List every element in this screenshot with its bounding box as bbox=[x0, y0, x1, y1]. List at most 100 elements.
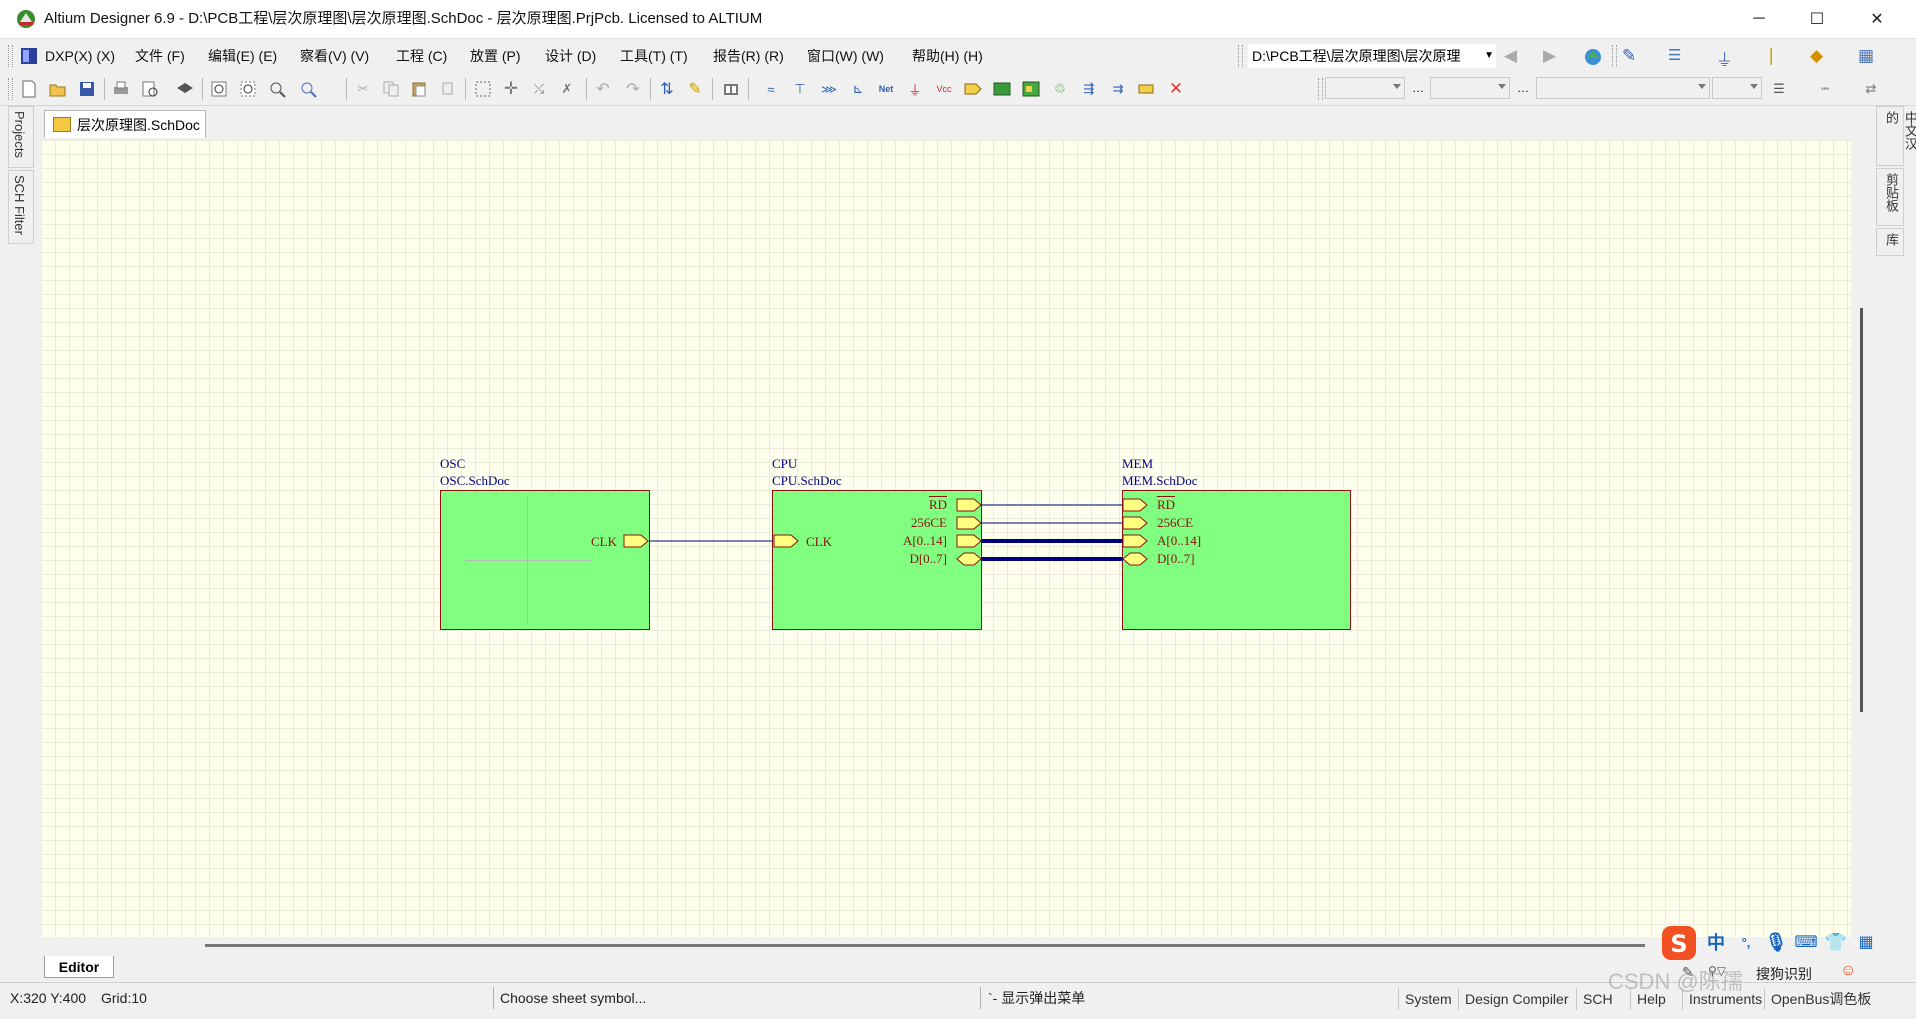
cross-select-icon[interactable]: ⤯ bbox=[528, 78, 550, 100]
redo-icon[interactable]: ↷ bbox=[622, 78, 644, 100]
openbus-panel-button[interactable]: OpenBus调色板 bbox=[1764, 988, 1877, 1010]
power-port-icon[interactable]: ⏚ bbox=[1716, 46, 1733, 71]
hierarchy-icon[interactable]: ⇅ bbox=[656, 78, 678, 100]
save-icon[interactable] bbox=[76, 78, 98, 100]
menu-reports[interactable]: 报告(R) (R) bbox=[713, 41, 784, 71]
off-sheet-icon[interactable]: ⇉ bbox=[1107, 78, 1129, 100]
probe-icon[interactable]: ✎ bbox=[684, 78, 706, 100]
font-combo[interactable] bbox=[1325, 77, 1405, 99]
library-panel-tab[interactable]: 库 bbox=[1876, 228, 1904, 256]
copy-icon[interactable] bbox=[380, 78, 402, 100]
horizontal-scrollbar[interactable] bbox=[205, 944, 1645, 947]
zoom-filter-icon[interactable] bbox=[297, 78, 319, 100]
part-icon[interactable] bbox=[962, 78, 984, 100]
document-tab[interactable]: 层次原理图.SchDoc bbox=[44, 110, 206, 138]
open-icon[interactable] bbox=[47, 78, 69, 100]
zoom-select-icon[interactable] bbox=[266, 78, 288, 100]
sogou-logo-icon[interactable]: S bbox=[1660, 924, 1698, 962]
home-icon[interactable] bbox=[1582, 46, 1604, 68]
layers-icon[interactable] bbox=[174, 78, 196, 100]
wire-icon[interactable]: ≈ bbox=[760, 78, 782, 100]
cut-icon[interactable]: ✂ bbox=[352, 78, 374, 100]
menu-place[interactable]: 放置 (P) bbox=[470, 41, 521, 71]
menu-window[interactable]: 窗口(W) (W) bbox=[807, 41, 884, 71]
zoom-fit-icon[interactable] bbox=[208, 78, 230, 100]
minimize-button[interactable]: ─ bbox=[1730, 0, 1788, 38]
ime-punctuation-toggle[interactable]: °, bbox=[1734, 930, 1758, 954]
zoom-area-icon[interactable] bbox=[237, 78, 259, 100]
right-panel-tab-1[interactable]: 中文汉的 bbox=[1876, 106, 1916, 166]
ellipsis-icon[interactable]: … bbox=[1412, 81, 1424, 95]
library-icon[interactable] bbox=[720, 78, 742, 100]
pencil-icon[interactable]: ❘ bbox=[1764, 46, 1778, 66]
net-label-icon[interactable]: ⊾ bbox=[847, 78, 869, 100]
ime-menu-icon[interactable]: ▦ bbox=[1854, 930, 1878, 954]
toolbar-grip[interactable] bbox=[8, 78, 13, 100]
sheet-entry-icon[interactable] bbox=[1020, 78, 1042, 100]
design-compiler-panel-button[interactable]: Design Compiler bbox=[1458, 988, 1574, 1010]
draw-icon[interactable]: ✎ bbox=[1622, 46, 1636, 66]
menu-file[interactable]: 文件 (F) bbox=[135, 41, 185, 71]
menu-design[interactable]: 设计 (D) bbox=[545, 41, 596, 71]
sheet-symbol-icon[interactable] bbox=[991, 78, 1013, 100]
schematic-canvas[interactable]: OSC OSC.SchDoc CLK CPU CPU.SchDoc CLK RD… bbox=[41, 140, 1851, 937]
net-icon[interactable]: Net bbox=[875, 78, 897, 100]
bus-entry-icon[interactable]: ⋙ bbox=[818, 78, 840, 100]
component-icon[interactable]: ◆ bbox=[1810, 46, 1823, 66]
port-icon[interactable]: ⇶ bbox=[1078, 78, 1100, 100]
ime-toolbox-label[interactable]: 搜狗识别 bbox=[1756, 964, 1812, 984]
cpu-data-entry bbox=[956, 552, 982, 566]
project-path-dropdown[interactable]: D:\PCB工程\层次原理图\层次原理 ▼ bbox=[1248, 44, 1496, 68]
print-preview-icon[interactable] bbox=[139, 78, 161, 100]
forward-icon[interactable]: ▶ bbox=[1543, 46, 1565, 68]
projects-panel-tab[interactable]: Projects bbox=[8, 106, 34, 168]
back-icon[interactable]: ◀ bbox=[1504, 46, 1526, 68]
toolbar-grip[interactable] bbox=[1612, 45, 1617, 67]
ime-emoji-icon[interactable]: ☺ bbox=[1840, 962, 1856, 980]
vcc-icon[interactable]: Vcc bbox=[933, 78, 955, 100]
style-combo[interactable] bbox=[1536, 77, 1710, 99]
toolbar-grip[interactable] bbox=[8, 45, 13, 67]
menu-dxp[interactable]: DXP(X) (X) bbox=[45, 41, 115, 71]
menu-help[interactable]: 帮助(H) (H) bbox=[912, 41, 983, 71]
clear-selection-icon[interactable]: ✗ bbox=[556, 78, 578, 100]
move-icon[interactable]: ✛ bbox=[500, 78, 522, 100]
keyboard-icon[interactable]: ⌨ bbox=[1794, 930, 1818, 954]
toolbar-grip[interactable] bbox=[1238, 45, 1243, 67]
device-sheet-icon[interactable]: ♲ bbox=[1049, 78, 1071, 100]
ellipsis-icon[interactable]: … bbox=[1517, 81, 1529, 95]
gnd-icon[interactable]: ⏚ bbox=[904, 78, 926, 100]
menu-tools[interactable]: 工具(T) (T) bbox=[620, 41, 688, 71]
dxp-icon bbox=[20, 47, 38, 65]
print-icon[interactable] bbox=[110, 78, 132, 100]
menu-view[interactable]: 察看(V) (V) bbox=[300, 41, 369, 71]
vertical-scrollbar[interactable] bbox=[1860, 308, 1863, 712]
width-combo[interactable] bbox=[1712, 77, 1762, 99]
new-icon[interactable] bbox=[18, 78, 40, 100]
toolbar-grip[interactable] bbox=[1318, 78, 1323, 100]
align-icon[interactable]: ☰ bbox=[1668, 46, 1681, 64]
skin-shirt-icon[interactable]: 👕 bbox=[1824, 930, 1848, 954]
no-erc-icon[interactable]: ✕ bbox=[1165, 78, 1187, 100]
select-area-icon[interactable] bbox=[472, 78, 494, 100]
menu-project[interactable]: 工程 (C) bbox=[396, 41, 447, 71]
bus-icon[interactable]: ⊤ bbox=[789, 78, 811, 100]
sch-filter-panel-tab[interactable]: SCH Filter bbox=[8, 170, 34, 244]
grid-icon[interactable]: ▦ bbox=[1858, 46, 1874, 66]
paste-icon[interactable] bbox=[408, 78, 430, 100]
rubber-stamp-icon[interactable] bbox=[436, 78, 458, 100]
swap-icon[interactable]: ⇄ bbox=[1860, 78, 1882, 100]
menu-edit[interactable]: 编辑(E) (E) bbox=[208, 41, 277, 71]
close-button[interactable]: ✕ bbox=[1848, 0, 1906, 38]
dash-style-icon[interactable]: ┅ bbox=[1814, 78, 1836, 100]
editor-tab[interactable]: Editor bbox=[44, 956, 114, 978]
undo-icon[interactable]: ↶ bbox=[592, 78, 614, 100]
microphone-icon[interactable]: 🎙 bbox=[1764, 930, 1788, 954]
maximize-button[interactable]: ☐ bbox=[1788, 0, 1846, 38]
system-panel-button[interactable]: System bbox=[1398, 988, 1458, 1010]
ime-language-toggle[interactable]: 中 bbox=[1704, 930, 1728, 954]
size-combo[interactable] bbox=[1430, 77, 1510, 99]
harness-icon[interactable] bbox=[1136, 78, 1158, 100]
clipboard-panel-tab[interactable]: 剪贴板 bbox=[1876, 168, 1904, 226]
line-style-icon[interactable]: ☰ bbox=[1768, 78, 1790, 100]
